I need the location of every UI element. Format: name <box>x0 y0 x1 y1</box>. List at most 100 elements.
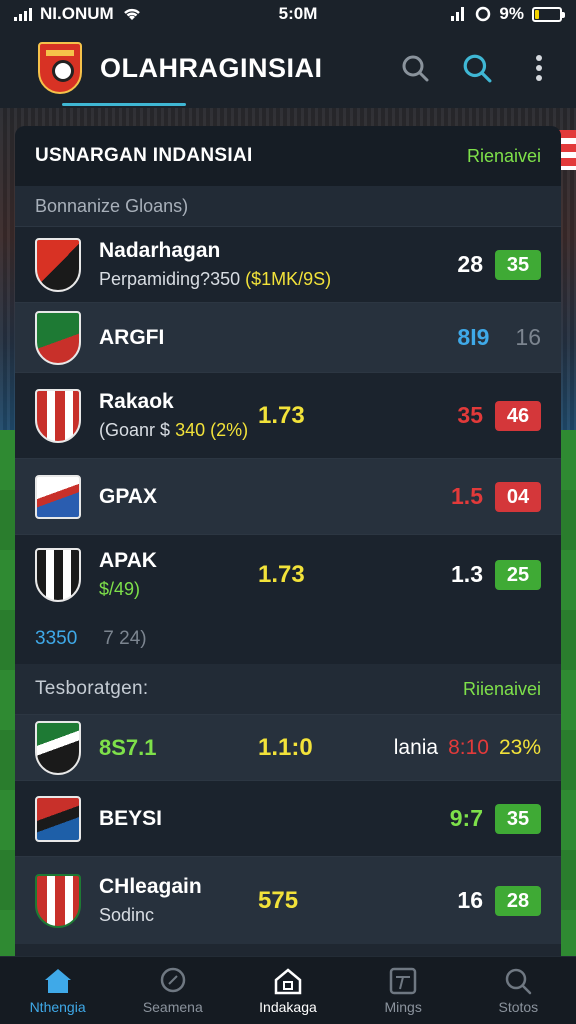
wifi-icon <box>123 8 140 20</box>
battery-icon <box>532 6 565 22</box>
section-link[interactable]: Riienaivei <box>463 679 541 700</box>
nav-label: Nthengia <box>29 998 86 1015</box>
team-badge <box>35 388 81 443</box>
carrier-name: NI.ONUM <box>40 4 114 23</box>
odds-value: 1.73 <box>258 401 305 429</box>
section-subheading: Bonnanize Gloans) <box>15 186 561 226</box>
odds-pill[interactable]: 35 <box>495 249 541 280</box>
search-active-icon <box>463 54 492 83</box>
status-bar: NI.ONUM 5:0M 9% <box>0 0 576 28</box>
grid-icon <box>389 967 417 994</box>
match-row[interactable]: CHleagain Sodinc 575 16 28 <box>15 856 561 944</box>
nav-item-main[interactable]: Indakaga <box>233 967 343 1015</box>
match-row[interactable]: APAK $/49) 1.73 1.3 25 <box>15 534 561 614</box>
team-detail-highlight: $/49) <box>99 579 141 599</box>
team-badge <box>35 795 81 842</box>
nav-label: Indakaga <box>259 998 317 1015</box>
club-crest-logo <box>38 42 82 94</box>
label-text: lania <box>393 735 439 759</box>
signal-icon <box>14 7 32 21</box>
team-detail: (Goanr $ 340 (2%) <box>99 420 248 441</box>
search-icon <box>160 967 186 992</box>
score-value: 1.5 <box>451 483 483 509</box>
score-value: 9:7 <box>449 805 483 831</box>
signal-bars-icon <box>451 7 465 21</box>
team-badge <box>35 237 81 292</box>
search-active-button[interactable] <box>462 53 492 83</box>
team-badge <box>35 547 81 602</box>
section-title: USNARGAN INDANSIAI <box>35 145 253 166</box>
nav-item-home[interactable]: Nthengia <box>3 967 113 1015</box>
team-detail-highlight: ($1MK/9S) <box>245 269 332 289</box>
nav-label: Seamena <box>142 998 203 1015</box>
team-name: GPAX <box>99 484 157 508</box>
nav-label: Mings <box>384 998 422 1015</box>
nav-label: Stotos <box>498 998 539 1015</box>
odds-value: 575 <box>258 886 299 914</box>
odds-value: 1.1:0 <box>258 733 313 761</box>
match-row[interactable]: Nadarhagan Perpamiding?350 ($1MK/9S) 28 … <box>15 226 561 302</box>
search-button[interactable] <box>400 53 430 83</box>
extra-info-left: 3350 <box>35 628 78 649</box>
app-title: OLAHRAGINSIAI <box>100 52 323 83</box>
fixtures-panel: USNARGAN INDANSIAI Rienaivei Bonnanize G… <box>15 126 561 956</box>
battery-percent: 9% <box>499 4 524 23</box>
team-name: Nadarhagan <box>99 239 221 262</box>
extra-info-right: 7 24) <box>103 628 147 649</box>
match-row[interactable]: Rakaok (Goanr $ 340 (2%) 1.73 35 46 <box>15 372 561 458</box>
bottom-navigation: Nthengia Seamena Indakaga Mings Stotos <box>0 956 576 1024</box>
match-row[interactable]: BEYSI 9:7 35 <box>15 780 561 856</box>
nav-item-search[interactable]: Seamena <box>118 967 228 1015</box>
active-tab-indicator <box>62 103 186 106</box>
score-value: 1.3 <box>451 561 483 587</box>
section-link[interactable]: Rienaivei <box>467 146 541 167</box>
section-header: Tesboratgen: Riienaivei <box>15 664 561 714</box>
team-badge <box>35 310 81 365</box>
team-detail-text: Perpamiding?350 <box>99 269 241 289</box>
odds-pill[interactable]: 46 <box>495 400 541 431</box>
team-name: Rakaok <box>99 390 174 413</box>
score-value: 8I9 <box>457 324 490 350</box>
percent-value: 23% <box>498 735 541 759</box>
score-value: 16 <box>457 887 483 913</box>
odds-pill[interactable]: 35 <box>495 803 541 834</box>
odds-pill[interactable]: 04 <box>495 481 541 512</box>
match-row[interactable]: 8S7.1 1.1:0 lania 8:10 23% <box>15 714 561 780</box>
odds-pill[interactable]: 25 <box>495 559 541 590</box>
team-detail-text: (Goanr $ <box>99 420 171 440</box>
extra-info-line: 3350 7 24) <box>15 614 561 664</box>
score-value: 28 <box>457 251 483 277</box>
team-badge <box>35 720 81 775</box>
section-header: USNARGAN INDANSIAI Rienaivei <box>15 126 561 186</box>
section-title: Tesboratgen: <box>35 678 149 699</box>
team-detail: $/49) <box>99 579 157 600</box>
score-value: 35 <box>457 402 483 428</box>
house-icon <box>274 967 302 994</box>
battery-fill <box>535 9 539 19</box>
more-options-button[interactable] <box>524 53 554 83</box>
team-name: APAK <box>99 549 157 572</box>
team-detail: Perpamiding?350 ($1MK/9S) <box>99 269 331 290</box>
app-bar: OLAHRAGINSIAI <box>0 28 576 108</box>
clock: 5:0M <box>278 4 318 23</box>
search-icon <box>402 55 429 82</box>
nav-item-mings[interactable]: Mings <box>348 967 458 1015</box>
team-name: 8S7.1 <box>99 734 157 760</box>
score-value: 8:10 <box>448 735 489 759</box>
match-row[interactable]: GPAX 1.5 04 <box>15 458 561 534</box>
team-name: CHleagain <box>99 875 202 898</box>
team-detail-highlight: 340 (2%) <box>175 420 249 440</box>
team-name: ARGFI <box>99 325 165 349</box>
team-badge <box>35 474 81 519</box>
magnifier-icon <box>506 968 532 994</box>
home-icon <box>44 968 71 993</box>
match-row[interactable]: ARGFI 8I9 16 <box>15 302 561 372</box>
odds-value: 1.73 <box>258 560 305 588</box>
nav-item-stats[interactable]: Stotos <box>463 967 573 1015</box>
secondary-value: 16 <box>515 324 541 350</box>
data-saver-icon <box>476 6 491 22</box>
team-name: BEYSI <box>99 806 163 830</box>
more-vertical-icon <box>536 55 542 81</box>
team-badge <box>35 873 81 928</box>
odds-pill[interactable]: 28 <box>495 885 541 916</box>
